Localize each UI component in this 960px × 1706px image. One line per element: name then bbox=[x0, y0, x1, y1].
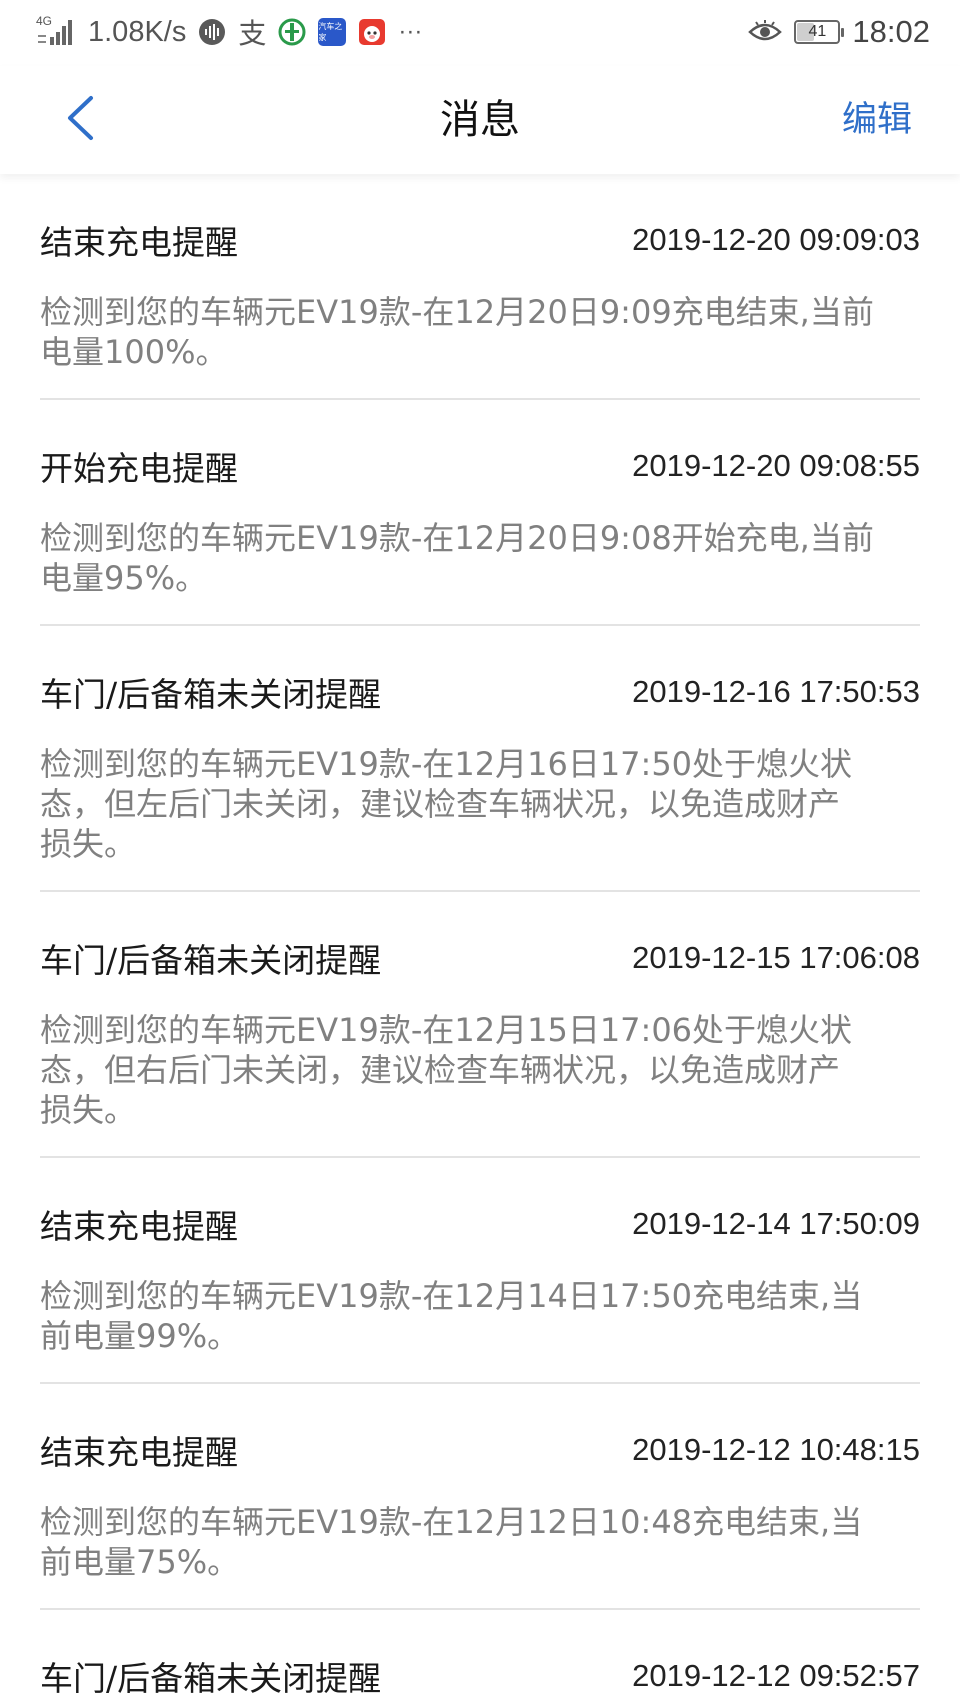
message-body-line: 态，但左后门未关闭，建议检查车辆状况，以免造成财产 bbox=[40, 785, 841, 823]
alipay-icon: 支 bbox=[238, 17, 267, 50]
message-body-line: 检测到您的车辆元EV19款-在12月15日17:06处于熄火状 bbox=[40, 1011, 853, 1049]
message-header: 结束充电提醒 2019-12-20 09:09:03 bbox=[40, 174, 920, 262]
message-header: 开始充电提醒 2019-12-20 09:08:55 bbox=[40, 400, 920, 488]
message-body: 检测到您的车辆元EV19款-在12月14日17:50充电结束,当 前电量99%。 bbox=[40, 1276, 920, 1382]
message-body-line: 检测到您的车辆元EV19款-在12月20日9:08开始充电,当前 bbox=[40, 519, 874, 557]
message-body: 检测到您的车辆元EV19款-在12月12日10:48充电结束,当 前电量75%。 bbox=[40, 1502, 920, 1608]
message-item[interactable]: 结束充电提醒 2019-12-20 09:09:03 检测到您的车辆元EV19款-在… bbox=[40, 174, 920, 400]
message-body: 检测到您的车辆元EV19款-在12月20日9:08开始充电,当前 电量95%。 bbox=[40, 518, 920, 624]
battery-level: 41 bbox=[808, 23, 827, 40]
message-header: 车门/后备箱未关闭提醒 2019-12-16 17:50:53 bbox=[40, 626, 920, 714]
message-timestamp: 2019-12-20 09:08:55 bbox=[632, 448, 920, 483]
message-body-line: 态，但右后门未关闭，建议检查车辆状况，以免造成财产 bbox=[40, 1051, 841, 1089]
message-item[interactable]: 结束充电提醒 2019-12-12 10:48:15 检测到您的车辆元EV19款-在… bbox=[40, 1384, 920, 1610]
message-body-line: 检测到您的车辆元EV19款-在12月12日10:48充电结束,当 bbox=[40, 1503, 863, 1541]
message-header: 车门/后备箱未关闭提醒 2019-12-12 09:52:57 bbox=[40, 1610, 920, 1698]
message-timestamp: 2019-12-16 17:50:53 bbox=[632, 674, 920, 709]
message-body: 检测到您的车辆元EV19款-在12月16日17:50处于熄火状 态，但左后门未关闭… bbox=[40, 744, 920, 890]
message-body-line: 前电量99%。 bbox=[40, 1317, 240, 1355]
message-timestamp: 2019-12-12 09:52:57 bbox=[632, 1658, 920, 1693]
message-timestamp: 2019-12-12 10:48:15 bbox=[632, 1432, 920, 1467]
message-timestamp: 2019-12-20 09:09:03 bbox=[632, 222, 920, 257]
message-item[interactable]: 车门/后备箱未关闭提醒 2019-12-15 17:06:08 检测到您的车辆元EV… bbox=[40, 892, 920, 1158]
message-header: 结束充电提醒 2019-12-12 10:48:15 bbox=[40, 1384, 920, 1472]
more-notifications-icon: ··· bbox=[398, 18, 423, 45]
message-body-line: 损失。 bbox=[40, 825, 137, 863]
message-title: 车门/后备箱未关闭提醒 bbox=[40, 941, 382, 980]
message-body-line: 前电量75%。 bbox=[40, 1543, 240, 1581]
message-list: 结束充电提醒 2019-12-20 09:09:03 检测到您的车辆元EV19款-在… bbox=[40, 174, 920, 1698]
message-body-line: 检测到您的车辆元EV19款-在12月16日17:50处于熄火状 bbox=[40, 745, 853, 783]
autohome-app-icon: 汽车之家 bbox=[318, 18, 347, 46]
message-header: 结束充电提醒 2019-12-14 17:50:09 bbox=[40, 1158, 920, 1246]
status-bar-left: 4G 1.08K/s 支 汽车之家 ··· bbox=[36, 12, 422, 52]
message-item[interactable]: 车门/后备箱未关闭提醒 2019-12-12 09:52:57 bbox=[40, 1610, 920, 1698]
network-speed: 1.08K/s bbox=[88, 15, 187, 48]
bank-app-icon bbox=[278, 18, 306, 46]
game-app-icon bbox=[358, 18, 386, 46]
message-timestamp: 2019-12-14 17:50:09 bbox=[632, 1206, 920, 1241]
page-title: 消息 bbox=[440, 97, 520, 143]
message-title: 车门/后备箱未关闭提醒 bbox=[40, 1659, 382, 1698]
message-title: 开始充电提醒 bbox=[40, 449, 238, 488]
message-body-line: 检测到您的车辆元EV19款-在12月20日9:09充电结束,当前 bbox=[40, 293, 874, 331]
eye-comfort-icon bbox=[748, 20, 783, 44]
message-body-line: 损失。 bbox=[40, 1091, 137, 1129]
message-body-line: 电量100%。 bbox=[40, 333, 228, 371]
message-header: 车门/后备箱未关闭提醒 2019-12-15 17:06:08 bbox=[40, 892, 920, 980]
message-body: 检测到您的车辆元EV19款-在12月15日17:06处于熄火状 态，但右后门未关闭… bbox=[40, 1010, 920, 1156]
message-item[interactable]: 结束充电提醒 2019-12-14 17:50:09 检测到您的车辆元EV19款-在… bbox=[40, 1158, 920, 1384]
audio-wave-icon bbox=[198, 18, 226, 46]
message-title: 结束充电提醒 bbox=[40, 223, 238, 262]
status-bar-right: 41 18:02 bbox=[748, 12, 930, 52]
status-bar: 4G 1.08K/s 支 汽车之家 ··· 41 18:02 bbox=[0, 0, 960, 66]
message-item[interactable]: 开始充电提醒 2019-12-20 09:08:55 检测到您的车辆元EV19款-在… bbox=[40, 400, 920, 626]
battery-icon: 41 bbox=[794, 20, 845, 44]
edit-button[interactable]: 编辑 bbox=[842, 66, 912, 174]
message-body: 检测到您的车辆元EV19款-在12月20日9:09充电结束,当前 电量100%。 bbox=[40, 292, 920, 398]
clock: 18:02 bbox=[852, 14, 930, 49]
message-timestamp: 2019-12-15 17:06:08 bbox=[632, 940, 920, 975]
nav-bar: 消息 编辑 bbox=[0, 66, 960, 174]
signal-icon: 4G bbox=[36, 15, 76, 47]
message-body-line: 检测到您的车辆元EV19款-在12月14日17:50充电结束,当 bbox=[40, 1277, 863, 1315]
message-title: 车门/后备箱未关闭提醒 bbox=[40, 675, 382, 714]
message-body-line: 电量95%。 bbox=[40, 559, 208, 597]
message-item[interactable]: 车门/后备箱未关闭提醒 2019-12-16 17:50:53 检测到您的车辆元EV… bbox=[40, 626, 920, 892]
message-title: 结束充电提醒 bbox=[40, 1433, 238, 1472]
message-title: 结束充电提醒 bbox=[40, 1207, 238, 1246]
